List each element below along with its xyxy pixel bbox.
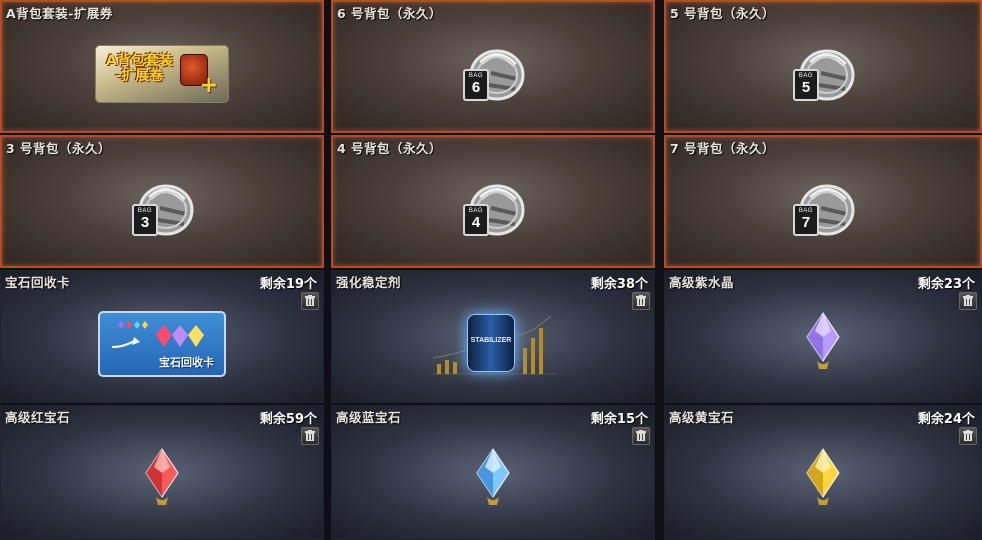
trash-icon[interactable] [301, 427, 319, 445]
item-bag-3[interactable]: 3 号背包（永久） BAG 3 [0, 135, 324, 268]
gem-icon [803, 311, 843, 377]
item-title: 6 号背包（永久） [337, 6, 443, 21]
item-red-ruby[interactable]: 高级红宝石 剩余59个 [0, 405, 324, 540]
backpack-icon: BAG 5 [791, 43, 855, 105]
item-title: 宝石回收卡 [5, 275, 71, 290]
item-title: 高级蓝宝石 [336, 410, 402, 425]
bag-number: 5 [801, 79, 811, 97]
backpack-icon: BAG 4 [461, 178, 525, 240]
item-count: 剩余59个 [259, 412, 317, 427]
gem-icon [473, 447, 513, 513]
backpack-icon: BAG 7 [791, 178, 855, 240]
coupon-plus: + [199, 73, 218, 99]
item-title: 强化稳定剂 [336, 275, 402, 290]
trash-icon[interactable] [632, 292, 650, 310]
item-bag-expansion-coupon[interactable]: A背包套装-扩展券 A背包套装 -扩展卷 + [0, 0, 324, 133]
trash-icon[interactable] [959, 292, 977, 310]
item-gem-recycle-card[interactable]: 宝石回收卡 剩余19个 宝石回收卡 [0, 270, 324, 403]
inventory-grid: A背包套装-扩展券 A背包套装 -扩展卷 + 6 号背包（永久） BAG 6 5 号… [0, 0, 982, 540]
recycle-card-text: 宝石回收卡 [159, 356, 214, 370]
item-bag-4[interactable]: 4 号背包（永久） BAG 4 [331, 135, 655, 268]
item-title: 7 号背包（永久） [670, 141, 776, 156]
item-title: 5 号背包（永久） [670, 6, 776, 21]
gem-icon [803, 447, 843, 513]
recycle-card-image: 宝石回收卡 [98, 311, 226, 378]
bag-number: 4 [471, 214, 481, 232]
item-purple-crystal[interactable]: 高级紫水晶 剩余23个 [664, 270, 982, 403]
item-count: 剩余15个 [590, 412, 648, 427]
item-title: 4 号背包（永久） [337, 141, 443, 156]
stabilizer-label: STABILIZER [470, 337, 512, 345]
coupon-image: A背包套装 -扩展卷 + [95, 45, 229, 104]
item-count: 剩余38个 [590, 277, 648, 292]
item-stabilizer[interactable]: 强化稳定剂 剩余38个 STABILIZER [331, 270, 655, 403]
item-blue-sapphire[interactable]: 高级蓝宝石 剩余15个 [331, 405, 655, 540]
trash-icon[interactable] [301, 292, 319, 310]
backpack-icon: BAG 3 [130, 178, 194, 240]
item-count: 剩余23个 [917, 277, 975, 292]
bag-number: 6 [471, 79, 481, 97]
item-title: 高级红宝石 [5, 410, 71, 425]
gem-icon [142, 447, 182, 513]
item-bag-7[interactable]: 7 号背包（永久） BAG 7 [664, 135, 982, 268]
backpack-icon: BAG 6 [461, 43, 525, 105]
item-bag-5[interactable]: 5 号背包（永久） BAG 5 [664, 0, 982, 133]
bag-number: 3 [140, 214, 150, 232]
item-title: 3 号背包（永久） [6, 141, 112, 156]
item-title: A背包套装-扩展券 [6, 6, 113, 21]
item-bag-6[interactable]: 6 号背包（永久） BAG 6 [331, 0, 655, 133]
coupon-line1: A背包套装 [106, 53, 173, 70]
item-yellow-topaz[interactable]: 高级黄宝石 剩余24个 [664, 405, 982, 540]
coupon-line2: -扩展卷 [115, 68, 164, 85]
trash-icon[interactable] [959, 427, 977, 445]
stabilizer-image: STABILIZER [423, 308, 563, 380]
item-count: 剩余19个 [259, 277, 317, 292]
trash-icon[interactable] [632, 427, 650, 445]
item-title: 高级紫水晶 [669, 275, 735, 290]
item-count: 剩余24个 [917, 412, 975, 427]
item-title: 高级黄宝石 [669, 410, 735, 425]
bag-number: 7 [801, 214, 811, 232]
